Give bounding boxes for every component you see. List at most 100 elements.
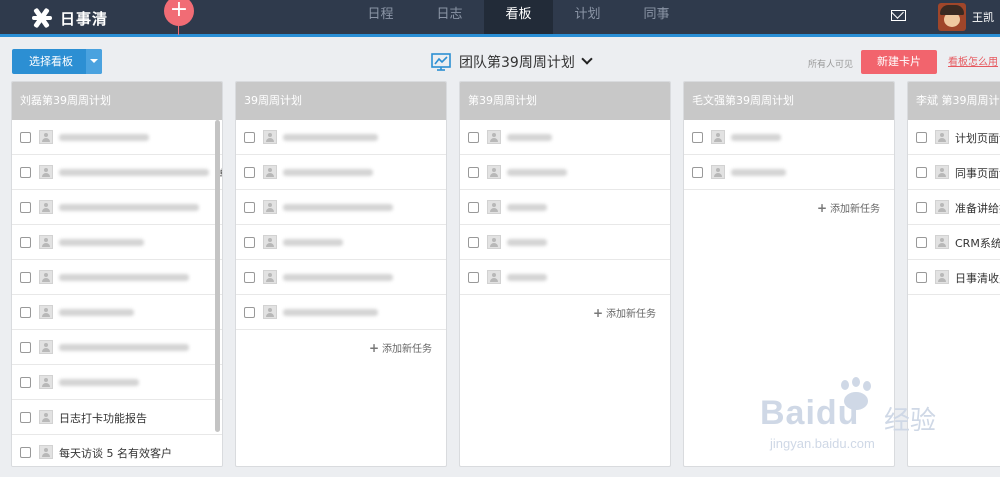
- task-checkbox[interactable]: [20, 202, 31, 213]
- task-row[interactable]: CRM系统的: [908, 225, 1000, 260]
- task-row[interactable]: 准备讲给换: [908, 190, 1000, 225]
- column-scrollbar[interactable]: [215, 120, 220, 432]
- user-placeholder-icon: [39, 305, 53, 319]
- task-checkbox[interactable]: [20, 167, 31, 178]
- blurred-task-title: [507, 134, 552, 141]
- user-placeholder-icon: [39, 165, 53, 179]
- task-checkbox[interactable]: [20, 272, 31, 283]
- add-task-button[interactable]: + 添加新任务: [236, 330, 446, 366]
- nav-tab-0[interactable]: 日程: [346, 0, 415, 34]
- task-row[interactable]: [460, 260, 670, 295]
- add-task-button[interactable]: + 添加新任务: [684, 190, 894, 226]
- task-checkbox[interactable]: [20, 342, 31, 353]
- task-checkbox[interactable]: [244, 202, 255, 213]
- task-row[interactable]: [236, 225, 446, 260]
- page-title: 团队第39周周计划: [459, 55, 575, 71]
- task-checkbox[interactable]: [692, 167, 703, 178]
- add-task-button[interactable]: + 添加新任务: [460, 295, 670, 331]
- board-title-dropdown[interactable]: 团队第39周周计划: [431, 50, 593, 74]
- user-placeholder-icon: [263, 270, 277, 284]
- task-row[interactable]: 同事页面设: [908, 155, 1000, 190]
- user-placeholder-icon: [263, 130, 277, 144]
- task-checkbox[interactable]: [468, 167, 479, 178]
- task-row[interactable]: [236, 260, 446, 295]
- task-checkbox[interactable]: [20, 307, 31, 318]
- task-checkbox[interactable]: [20, 377, 31, 388]
- task-checkbox[interactable]: [692, 132, 703, 143]
- task-row[interactable]: [460, 225, 670, 260]
- select-board-button[interactable]: 选择看板: [12, 49, 102, 74]
- task-row[interactable]: [12, 365, 222, 400]
- column-header[interactable]: 第39周周计划: [460, 82, 670, 120]
- task-checkbox[interactable]: [468, 132, 479, 143]
- task-row[interactable]: [12, 260, 222, 295]
- task-checkbox[interactable]: [916, 167, 927, 178]
- chevron-down-icon[interactable]: [581, 53, 593, 65]
- task-checkbox[interactable]: [916, 202, 927, 213]
- blurred-task-title: [507, 204, 547, 211]
- task-row[interactable]: [684, 120, 894, 155]
- mail-icon[interactable]: [891, 10, 906, 21]
- nav-tab-1[interactable]: 日志: [415, 0, 484, 34]
- task-row[interactable]: [12, 330, 222, 365]
- task-row[interactable]: [236, 155, 446, 190]
- task-row[interactable]: [460, 190, 670, 225]
- blurred-task-title: [59, 379, 139, 386]
- task-row[interactable]: [12, 190, 222, 225]
- task-checkbox[interactable]: [916, 272, 927, 283]
- task-checkbox[interactable]: [20, 412, 31, 423]
- column-header[interactable]: 39周周计划: [236, 82, 446, 120]
- task-row[interactable]: [236, 190, 446, 225]
- blurred-task-title: [283, 134, 378, 141]
- add-task-label: 添加新任务: [382, 344, 432, 355]
- blurred-task-title: [731, 134, 781, 141]
- task-checkbox[interactable]: [468, 272, 479, 283]
- task-row[interactable]: [12, 225, 222, 260]
- task-checkbox[interactable]: [244, 237, 255, 248]
- username[interactable]: 王凯: [972, 9, 994, 25]
- task-row[interactable]: [684, 155, 894, 190]
- nav-tab-3[interactable]: 计划: [553, 0, 622, 34]
- task-checkbox[interactable]: [244, 307, 255, 318]
- task-row[interactable]: [460, 120, 670, 155]
- task-row[interactable]: 每天访谈 5 名有效客户: [12, 435, 222, 466]
- user-placeholder-icon: [39, 200, 53, 214]
- nav-tab-2[interactable]: 看板: [484, 0, 553, 34]
- task-row[interactable]: [236, 295, 446, 330]
- column-header[interactable]: 李斌 第39周周计划: [908, 82, 1000, 120]
- new-card-button[interactable]: 新建卡片: [861, 50, 937, 74]
- task-checkbox[interactable]: [916, 132, 927, 143]
- blurred-task-title: [507, 274, 547, 281]
- task-checkbox[interactable]: [468, 237, 479, 248]
- task-checkbox[interactable]: [244, 272, 255, 283]
- task-checkbox[interactable]: [244, 167, 255, 178]
- main-nav: 日程 日志 看板 计划 同事: [346, 0, 691, 34]
- add-balloon-button[interactable]: +: [164, 0, 194, 26]
- help-link[interactable]: 看板怎么用: [948, 53, 998, 68]
- task-checkbox[interactable]: [20, 237, 31, 248]
- task-row[interactable]: [12, 120, 222, 155]
- user-placeholder-icon: [39, 410, 53, 424]
- task-row[interactable]: 日事清收费: [908, 260, 1000, 295]
- task-row[interactable]: 单: [12, 155, 222, 190]
- task-checkbox[interactable]: [20, 447, 31, 458]
- nav-tab-4[interactable]: 同事: [622, 0, 691, 34]
- task-checkbox[interactable]: [468, 202, 479, 213]
- task-checkbox[interactable]: [916, 237, 927, 248]
- blurred-task-title: [59, 344, 189, 351]
- task-row[interactable]: [12, 295, 222, 330]
- task-title: 计划页面设: [955, 132, 1000, 145]
- task-row[interactable]: [460, 155, 670, 190]
- task-row[interactable]: 计划页面设: [908, 120, 1000, 155]
- blurred-task-title: [59, 204, 199, 211]
- avatar[interactable]: [938, 3, 966, 31]
- watermark-cn: 经验: [884, 406, 937, 436]
- column-header[interactable]: 毛文强第39周周计划: [684, 82, 894, 120]
- app-logo[interactable]: 日事清: [30, 6, 108, 30]
- task-row[interactable]: 日志打卡功能报告: [12, 400, 222, 435]
- column-header[interactable]: 刘磊第39周周计划: [12, 82, 222, 120]
- chevron-down-icon[interactable]: [86, 49, 102, 74]
- task-checkbox[interactable]: [20, 132, 31, 143]
- task-checkbox[interactable]: [244, 132, 255, 143]
- task-row[interactable]: [236, 120, 446, 155]
